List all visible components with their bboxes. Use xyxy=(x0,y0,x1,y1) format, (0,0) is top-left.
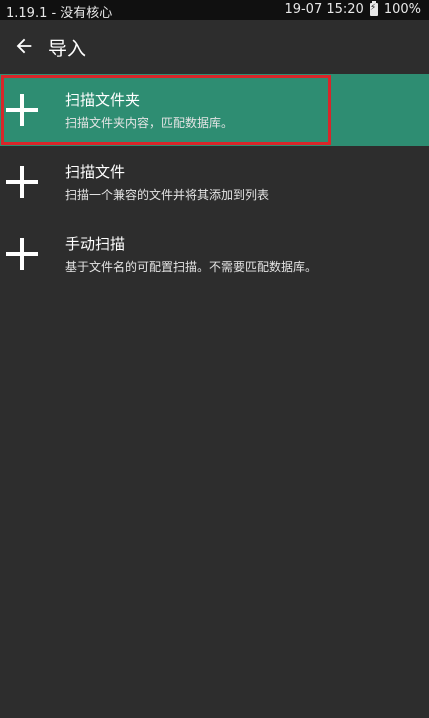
app-bar: 导入 xyxy=(0,20,429,74)
import-options-list: 扫描文件夹 扫描文件夹内容，匹配数据库。 扫描文件 扫描一个兼容的文件并将其添加… xyxy=(0,74,429,290)
list-item-scan-folder[interactable]: 扫描文件夹 扫描文件夹内容，匹配数据库。 xyxy=(0,74,429,146)
status-bar: 1.19.1 - 没有核心 19-07 15:20 100% xyxy=(0,0,429,21)
list-item-title: 手动扫描 xyxy=(65,235,126,253)
list-item-subtitle: 扫描一个兼容的文件并将其添加到列表 xyxy=(65,188,270,202)
list-item-title: 扫描文件夹 xyxy=(65,91,141,109)
list-item-subtitle: 基于文件名的可配置扫描。不需要匹配数据库。 xyxy=(65,260,318,274)
plus-icon xyxy=(6,166,38,198)
battery-charging-icon xyxy=(369,1,378,16)
list-item-manual-scan[interactable]: 手动扫描 基于文件名的可配置扫描。不需要匹配数据库。 xyxy=(0,218,429,290)
status-right: 19-07 15:20 100% xyxy=(284,1,421,17)
status-battery: 100% xyxy=(383,2,421,17)
status-datetime: 19-07 15:20 xyxy=(284,2,364,17)
selection-highlight xyxy=(1,75,331,145)
list-item-scan-file[interactable]: 扫描文件 扫描一个兼容的文件并将其添加到列表 xyxy=(0,146,429,218)
status-left-text: 1.19.1 - 没有核心 xyxy=(6,6,113,21)
list-item-subtitle: 扫描文件夹内容，匹配数据库。 xyxy=(65,116,234,130)
list-item-title: 扫描文件 xyxy=(65,163,126,181)
page-title: 导入 xyxy=(48,38,87,60)
plus-icon xyxy=(6,238,38,270)
back-button[interactable] xyxy=(6,28,42,64)
arrow-left-icon xyxy=(16,38,32,54)
plus-icon xyxy=(6,94,38,126)
